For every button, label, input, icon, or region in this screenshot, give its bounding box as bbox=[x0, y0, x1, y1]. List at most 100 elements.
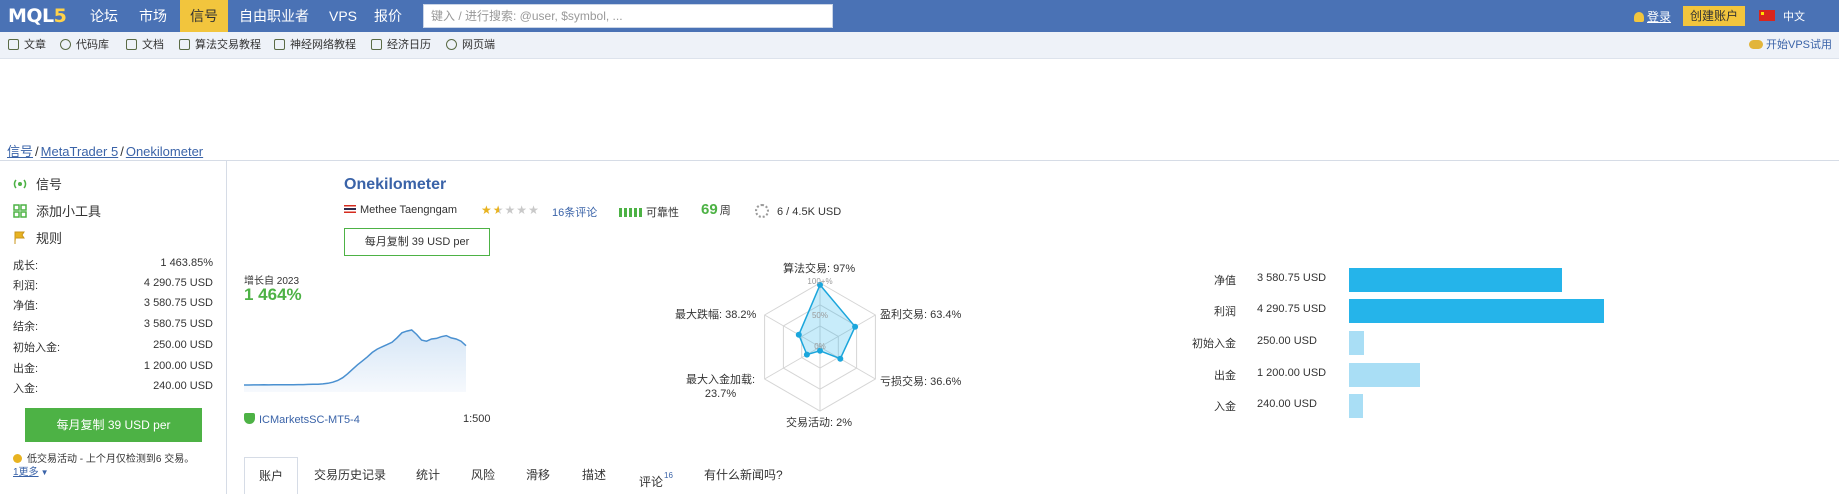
tab-news[interactable]: 有什么新闻吗? bbox=[704, 457, 783, 494]
subnav-articles-label: 文章 bbox=[24, 39, 46, 51]
summary-bar[interactable] bbox=[1349, 299, 1604, 323]
broadcast-icon bbox=[13, 179, 27, 189]
nav-forum[interactable]: 论坛 bbox=[90, 0, 118, 32]
subscribers-value: 6 / 4.5K USD bbox=[777, 206, 842, 218]
subnav-neural-tutorial[interactable]: 神经网络教程 bbox=[274, 32, 356, 59]
user-icon bbox=[1634, 12, 1644, 22]
stat-label: 入金: bbox=[13, 383, 39, 395]
nav-market[interactable]: 市场 bbox=[139, 0, 167, 32]
copy-signal-button[interactable]: 每月复制 39 USD per bbox=[25, 408, 202, 442]
tab-trade-history[interactable]: 交易历史记录 bbox=[314, 457, 386, 494]
subnav-webterminal-label: 网页端 bbox=[462, 39, 495, 51]
subnav-neural-tutorial-label: 神经网络教程 bbox=[290, 39, 356, 51]
stat-label: 利润: bbox=[13, 280, 39, 292]
tab-statistics[interactable]: 统计 bbox=[416, 457, 440, 494]
reliability-label: 可靠性 bbox=[646, 207, 679, 219]
sidebar: 信号 添加小工具 规则 成长: 1 463.85% 利润: 4 290.75 USD… bbox=[0, 161, 227, 494]
nav-freelance[interactable]: 自由职业者 bbox=[239, 0, 309, 32]
stat-value: 250.00 USD bbox=[153, 339, 213, 351]
nav-quotes[interactable]: 报价 bbox=[374, 0, 402, 32]
summary-bar-label: 净值 bbox=[1214, 275, 1236, 287]
search-input[interactable]: 键入 / 进行搜索: @user, $symbol, ... bbox=[423, 4, 833, 28]
growth-mini-chart[interactable] bbox=[244, 282, 494, 392]
radar-label-algo: 算法交易: 97% bbox=[783, 263, 856, 275]
author-link[interactable]: Methee Taengngam bbox=[344, 204, 457, 216]
login-label: 登录 bbox=[1647, 10, 1672, 24]
summary-bar-label: 出金 bbox=[1214, 370, 1236, 382]
copy-price-button[interactable]: 每月复制 39 USD per bbox=[344, 228, 490, 256]
subnav-algo-tutorial[interactable]: 算法交易教程 bbox=[179, 32, 261, 59]
nav-signals[interactable]: 信号 bbox=[180, 0, 228, 32]
sidebar-link-add-widget[interactable]: 添加小工具 bbox=[13, 201, 101, 220]
article-icon bbox=[8, 39, 19, 50]
stat-value: 3 580.75 USD bbox=[143, 297, 213, 309]
rating-star: ★ bbox=[528, 203, 540, 217]
china-flag-icon bbox=[1759, 10, 1775, 21]
stat-label: 净值: bbox=[13, 300, 39, 312]
stat-balance: 结余: 3 580.75 USD bbox=[13, 318, 213, 334]
radar-chart: 100+% 50% 0% bbox=[764, 277, 876, 412]
reviews-link[interactable]: 16条评论 bbox=[552, 204, 597, 220]
radar-label-activity: 交易活动: 2% bbox=[786, 417, 853, 429]
chevron-down-icon: ▼ bbox=[40, 468, 49, 477]
mql5-logo[interactable]: MQL5 bbox=[8, 5, 71, 27]
leverage-value: 1:500 bbox=[463, 413, 491, 425]
breadcrumb-separator: / bbox=[120, 144, 124, 159]
stat-initial-deposit: 初始入金: 250.00 USD bbox=[13, 339, 213, 355]
globe-icon bbox=[446, 39, 457, 50]
summary-bar[interactable] bbox=[1349, 268, 1562, 292]
broker-server-link[interactable]: ICMarketsSC-MT5-4 bbox=[244, 413, 360, 426]
breadcrumb-signal-name[interactable]: Onekilometer bbox=[126, 144, 203, 159]
subnav-calendar-label: 经济日历 bbox=[387, 39, 431, 51]
tab-slippage[interactable]: 滑移 bbox=[526, 457, 550, 494]
sidebar-link-signals[interactable]: 信号 bbox=[13, 174, 62, 193]
broker-name: ICMarketsSC-MT5-4 bbox=[259, 414, 360, 426]
sidebar-link-rules[interactable]: 规则 bbox=[13, 228, 62, 247]
summary-bar-value: 1 200.00 USD bbox=[1257, 367, 1327, 379]
breadcrumb-metatrader5[interactable]: MetaTrader 5 bbox=[41, 144, 119, 159]
breadcrumb-signals[interactable]: 信号 bbox=[7, 144, 33, 159]
stat-label: 初始入金: bbox=[13, 342, 61, 354]
radar-label-loss-trades: 亏损交易: 36.6% bbox=[880, 376, 962, 388]
breadcrumb: 信号 / MetaTrader 5/Onekilometer bbox=[7, 141, 203, 160]
top-navigation-bar: MQL5 论坛 市场 信号 自由职业者 VPS 报价 键入 / 进行搜索: @u… bbox=[0, 0, 1839, 32]
subscribers-info: 6 / 4.5K USD bbox=[755, 204, 841, 218]
tab-account[interactable]: 账户 bbox=[244, 457, 299, 494]
summary-bar-label: 入金 bbox=[1214, 401, 1236, 413]
more-link[interactable]: 1更多 bbox=[13, 467, 39, 478]
rating-star: ★ bbox=[504, 203, 517, 217]
subnav-docs[interactable]: 文档 bbox=[126, 32, 164, 59]
language-label: 中文 bbox=[1783, 11, 1805, 23]
create-account-button[interactable]: 创建账户 bbox=[1683, 6, 1746, 26]
subnav-algo-tutorial-label: 算法交易教程 bbox=[195, 39, 261, 51]
author-name: Methee Taengngam bbox=[360, 204, 458, 216]
vps-trial-label: 开始VPS试用 bbox=[1766, 39, 1833, 51]
widget-icon bbox=[13, 204, 27, 218]
tab-risk[interactable]: 风险 bbox=[471, 457, 495, 494]
stat-label: 成长: bbox=[13, 260, 39, 272]
subnav-webterminal[interactable]: 网页端 bbox=[446, 32, 495, 59]
calendar-icon bbox=[371, 39, 382, 50]
subnav-codebase[interactable]: 代码库 bbox=[60, 32, 109, 59]
tab-description[interactable]: 描述 bbox=[582, 457, 606, 494]
nav-vps[interactable]: VPS bbox=[329, 0, 357, 32]
summary-bar[interactable] bbox=[1349, 363, 1421, 387]
stat-label: 结余: bbox=[13, 321, 39, 333]
summary-bar[interactable] bbox=[1349, 394, 1364, 418]
breadcrumb-separator: / bbox=[35, 144, 39, 159]
summary-bar-value: 240.00 USD bbox=[1257, 398, 1317, 410]
radar-point bbox=[852, 323, 859, 330]
login-link[interactable]: 登录 bbox=[1634, 8, 1671, 25]
tab-reviews[interactable]: 评论16 bbox=[639, 457, 673, 494]
radar-label-max-deposit-load: 最大入金加载: 23.7% bbox=[686, 373, 755, 401]
reliability-bars-icon bbox=[619, 208, 643, 217]
stat-value: 4 290.75 USD bbox=[143, 277, 213, 289]
subnav-articles[interactable]: 文章 bbox=[8, 32, 46, 59]
stat-label: 出金: bbox=[13, 363, 39, 375]
logo-text: MQL bbox=[8, 5, 54, 27]
subnav-calendar[interactable]: 经济日历 bbox=[371, 32, 431, 59]
language-selector[interactable]: 中文 bbox=[1759, 8, 1805, 24]
summary-bar[interactable] bbox=[1349, 331, 1364, 355]
vps-trial-link[interactable]: 开始VPS试用 bbox=[1749, 32, 1832, 59]
sidebar-link-add-widget-label: 添加小工具 bbox=[36, 204, 102, 219]
